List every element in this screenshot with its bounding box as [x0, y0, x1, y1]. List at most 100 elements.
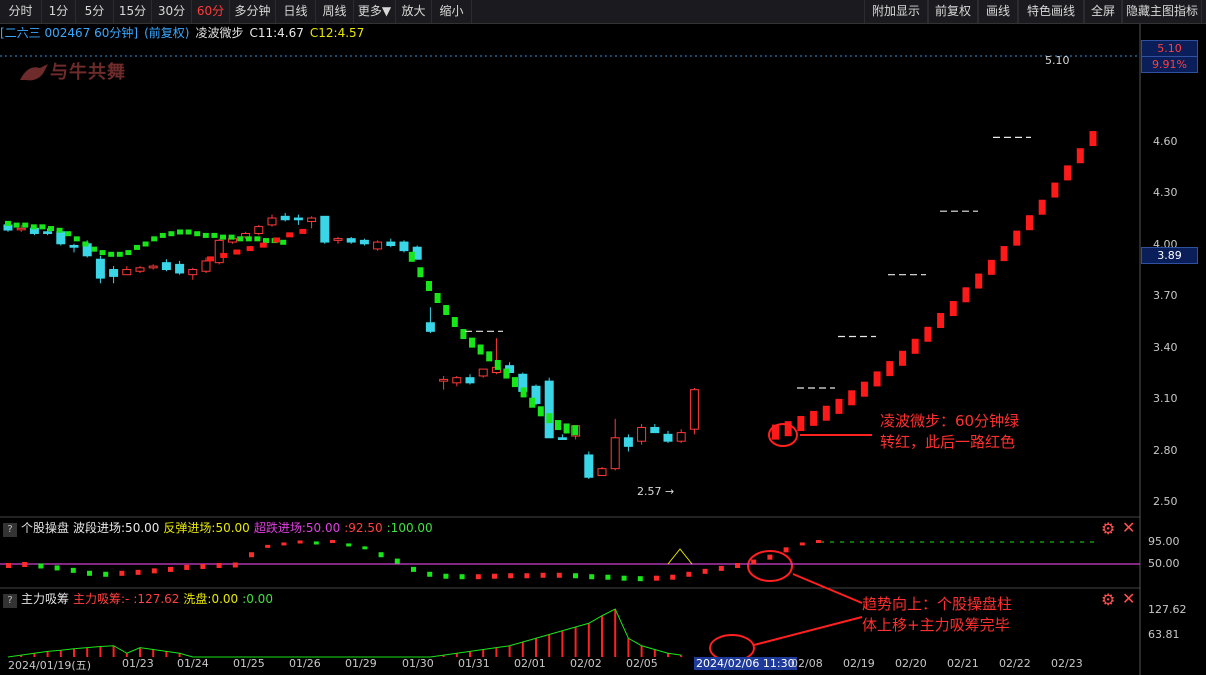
osc-mark — [767, 554, 773, 560]
lbwb-green-block — [520, 387, 527, 398]
osc-mark — [751, 559, 757, 565]
osc-mark — [200, 563, 206, 569]
high-price-tag: 5.10 — [1141, 40, 1198, 57]
lbwb-green-block — [185, 229, 192, 235]
lbwb-red-block — [810, 410, 818, 426]
date-label: 01/29 — [345, 657, 377, 670]
lbwb-green-block — [134, 244, 140, 250]
lbwb-red-block — [975, 273, 983, 289]
lbwb-green-block — [142, 241, 149, 247]
osc-mark — [249, 552, 254, 558]
candle-body — [161, 262, 171, 271]
price-tick-label: 2.50 — [1153, 495, 1178, 508]
lbwb-red-block — [1051, 182, 1059, 198]
lbwb-green-block — [159, 232, 166, 238]
lbwb-red-block — [911, 338, 919, 354]
sub-annotation-line-2: 体上移+主力吸筹完毕 — [862, 616, 1010, 634]
candle-body — [637, 426, 647, 442]
osc-mark — [119, 570, 125, 576]
candle-body — [399, 241, 409, 252]
low-price-label: 2.57 → — [637, 485, 674, 498]
lbwb-green-block — [211, 232, 218, 238]
lbwb-red-block — [962, 287, 970, 303]
legend-item: :0.00 — [242, 592, 273, 606]
help-icon[interactable]: ? — [3, 523, 17, 537]
lbwb-red-block — [259, 242, 267, 248]
chip-settings-icon[interactable]: ⚙ — [1101, 590, 1115, 609]
lbwb-red-block — [848, 390, 856, 406]
osc-close-icon[interactable]: ✕ — [1122, 518, 1135, 537]
date-cursor-label: 2024/02/06 11:30 — [694, 657, 797, 670]
candle-body — [425, 322, 435, 332]
osc-mark — [427, 571, 433, 577]
legend-item: 主力吸筹:- — [73, 592, 130, 606]
date-label: 01/24 — [177, 657, 209, 670]
osc-mark — [605, 574, 611, 580]
osc-settings-icon[interactable]: ⚙ — [1101, 519, 1115, 538]
osc-mark — [670, 574, 676, 580]
candle-body — [148, 265, 158, 269]
candle-body — [650, 426, 660, 434]
chip-close-icon[interactable]: ✕ — [1122, 589, 1135, 608]
lbwb-red-block — [899, 350, 906, 366]
lbwb-green-block — [48, 226, 54, 232]
lbwb-red-block — [286, 232, 294, 238]
lbwb-red-block — [937, 313, 945, 329]
osc-mark — [22, 562, 28, 567]
price-tick-label: 4.30 — [1153, 186, 1178, 199]
lbwb-red-block — [299, 228, 307, 234]
lbwb-green-block — [168, 231, 175, 237]
legend-item: :100.00 — [386, 521, 433, 535]
lbwb-green-block — [460, 329, 467, 340]
osc-mark — [232, 562, 238, 568]
lbwb-green-block — [108, 251, 115, 257]
date-label: 02/01 — [514, 657, 546, 670]
lbwb-green-block — [5, 220, 11, 226]
chip-name: 主力吸筹 — [21, 592, 70, 606]
lbwb-green-block — [494, 359, 501, 370]
osc-mark — [70, 567, 76, 573]
lbwb-green-block — [417, 267, 424, 278]
legend-item: 反弹进场:50.00 — [163, 521, 250, 535]
lbwb-green-block — [220, 234, 226, 240]
lbwb-green-block — [13, 222, 20, 228]
lbwb-green-block — [486, 351, 493, 362]
osc-mark — [281, 542, 287, 546]
candle-body — [135, 267, 145, 272]
lbwb-green-block — [202, 232, 209, 238]
chart-canvas[interactable]: 2.57 → 5.10 — [0, 0, 1206, 675]
high-price-label: 5.10 — [1045, 54, 1070, 67]
date-label: 02/23 — [1051, 657, 1083, 670]
candle-body — [56, 231, 66, 245]
lbwb-green-block — [237, 236, 244, 242]
price-tick-label: 3.70 — [1153, 289, 1178, 302]
osc-mark — [168, 566, 173, 572]
lbwb-green-block — [546, 413, 553, 424]
legend-item: :127.62 — [133, 592, 180, 606]
candle-body — [201, 260, 211, 272]
chip-panel-title: ? 主力吸筹 主力吸筹:-:127.62 洗盘:0.00:0.00 — [0, 591, 281, 608]
osc-mark — [540, 572, 546, 578]
osc-mark — [718, 565, 724, 571]
candle-body — [676, 432, 686, 442]
candle-body — [544, 380, 554, 439]
lbwb-red-block — [873, 371, 881, 387]
osc-mark — [362, 546, 368, 550]
lbwb-red-block — [1013, 230, 1021, 246]
legend-item: 超跌进场:50.00 — [253, 521, 341, 535]
candle-body — [122, 269, 132, 276]
lbwb-green-block — [116, 251, 123, 257]
chip-line — [7, 608, 682, 658]
legend-item: 洗盘:0.00 — [183, 592, 239, 606]
osc-mark — [492, 573, 497, 579]
candle-body — [188, 269, 198, 276]
osc-mark — [702, 568, 708, 574]
help-icon[interactable]: ? — [3, 594, 17, 608]
lbwb-red-block — [886, 361, 894, 377]
lbwb-green-block — [469, 337, 475, 348]
osc-mark — [394, 558, 400, 564]
lbwb-green-block — [151, 236, 158, 242]
price-tick-label: 2.80 — [1153, 443, 1178, 457]
osc-mark — [654, 575, 659, 581]
osc-mark — [330, 540, 335, 543]
